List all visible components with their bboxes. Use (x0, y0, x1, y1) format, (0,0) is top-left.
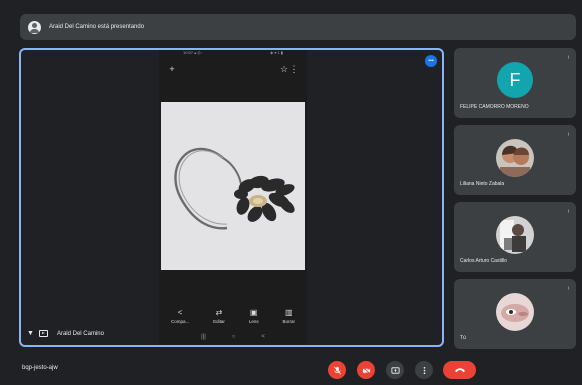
delete-action-label: Borrar (282, 319, 296, 324)
presentation-tile[interactable]: 10:57 ▴ ◎ · ◈ ▾ 1 ▮ + ☆ ⋮ < Compa... ⇄ E… (19, 48, 444, 347)
edit-action: ⇄ Editar (213, 308, 225, 324)
tile-options-button[interactable]: ••• (425, 55, 437, 67)
mic-off-icon (333, 366, 341, 374)
meeting-code: bqp-jesto-ajw (22, 365, 58, 371)
phone-status-right: ◈ ▾ 1 ▮ (270, 50, 283, 55)
person-icon (28, 20, 41, 34)
pin-icon[interactable]: ▼ (27, 330, 34, 337)
participant-tile[interactable]: ᵢ Liliana Nieto Zabala (454, 125, 576, 195)
avatar (496, 139, 534, 177)
avatar: F (497, 62, 533, 98)
presenting-banner-text: Araid Del Camino está presentando (49, 24, 145, 30)
mic-toggle-button[interactable] (328, 361, 346, 379)
mic-off-icon: ᵢ (568, 208, 569, 214)
participant-name: Liliana Nieto Zabala (460, 181, 505, 187)
avatar-image (496, 293, 534, 331)
phone-action-bar: < Compa... ⇄ Editar ▣ Lens ▥ Borrar (159, 308, 307, 330)
lens-action: ▣ Lens (249, 308, 259, 324)
trash-icon: ▥ (284, 308, 293, 317)
more-vert-icon: ⋮ (289, 63, 299, 74)
lens-icon: ▣ (249, 308, 258, 317)
present-now-button[interactable] (386, 361, 404, 379)
shared-screen: 10:57 ▴ ◎ · ◈ ▾ 1 ▮ + ☆ ⋮ < Compa... ⇄ E… (159, 50, 307, 345)
mic-off-icon: ᵢ (568, 285, 569, 291)
necklace-image (174, 147, 295, 230)
presenter-label: ▼ Arald Del Camino (27, 330, 104, 337)
present-icon (38, 330, 48, 337)
edit-action-label: Editar (213, 319, 225, 324)
share-action-label: Compa... (170, 319, 190, 324)
participant-name: Carlos Arturo Castillo (460, 258, 507, 264)
leave-call-button[interactable] (443, 361, 476, 379)
more-horiz-icon: ••• (428, 58, 434, 64)
phone-status-bar: 10:57 ▴ ◎ · ◈ ▾ 1 ▮ (159, 50, 307, 57)
avatar-image (496, 216, 534, 254)
camera-off-icon (362, 366, 370, 374)
hang-up-icon (454, 368, 465, 373)
back-icon: < (261, 334, 265, 340)
mic-off-icon: ᵢ (568, 54, 569, 60)
add-icon: + (169, 64, 175, 74)
delete-action: ▥ Borrar (283, 308, 296, 324)
star-icon: ☆ (279, 63, 289, 74)
share-action: < Compa... (171, 308, 189, 324)
presenter-name: Arald Del Camino (56, 330, 104, 337)
call-controls-bar: bqp-jesto-ajw (0, 355, 582, 385)
phone-nav-bar: ||| ○ < (159, 334, 307, 344)
more-vert-icon (423, 366, 425, 374)
participant-name: Tú (460, 335, 466, 341)
necklace-photo (161, 102, 305, 270)
participant-tile[interactable]: ᵢ Carlos Arturo Castillo (454, 202, 576, 272)
avatar-image (496, 139, 534, 177)
edit-icon: ⇄ (215, 308, 223, 317)
avatar (496, 293, 534, 331)
present-icon (390, 366, 400, 374)
participant-tile[interactable]: ᵢ F FELIPE CAMORRO MORENO (454, 48, 576, 118)
presenting-banner: Araid Del Camino está presentando (20, 14, 576, 40)
phone-toolbar: + ☆ ⋮ (159, 62, 307, 76)
participant-tile-self[interactable]: ᵢ Tú (454, 279, 576, 349)
camera-toggle-button[interactable] (357, 361, 375, 379)
avatar (496, 216, 534, 254)
participant-name: FELIPE CAMORRO MORENO (460, 104, 529, 110)
lens-action-label: Lens (248, 319, 259, 324)
phone-status-left: 10:57 ▴ ◎ · (183, 50, 204, 55)
share-icon: < (177, 308, 183, 317)
home-icon: ○ (231, 334, 236, 340)
recents-icon: ||| (201, 334, 206, 340)
mic-off-icon: ᵢ (568, 131, 569, 137)
more-options-button[interactable] (415, 361, 433, 379)
